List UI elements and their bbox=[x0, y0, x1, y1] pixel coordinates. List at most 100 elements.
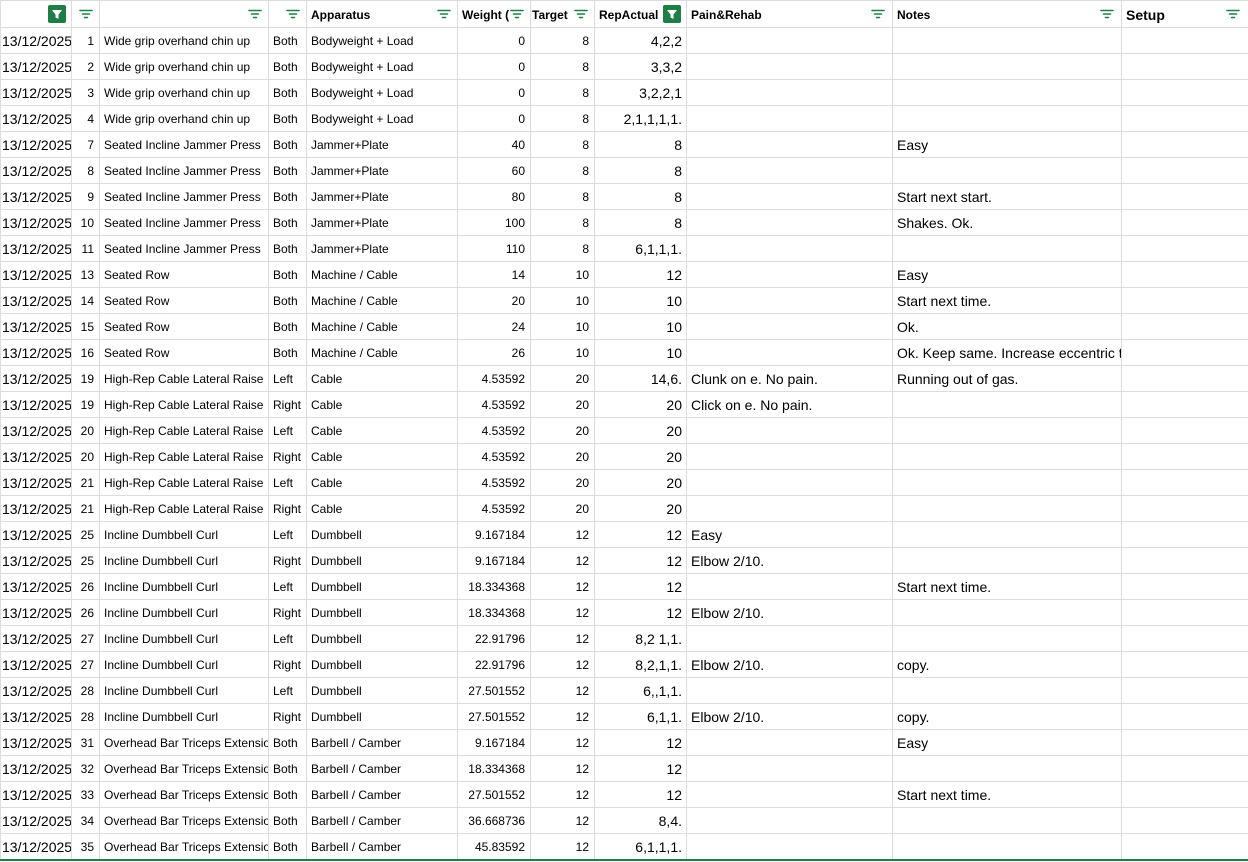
side-cell[interactable]: Left bbox=[268, 469, 307, 496]
date-cell[interactable]: 13/12/2025 bbox=[0, 625, 72, 652]
weight-cell[interactable]: 0 bbox=[457, 27, 531, 54]
set-number-cell[interactable]: 33 bbox=[71, 781, 100, 808]
target-cell[interactable]: 8 bbox=[530, 183, 595, 210]
exercise-cell[interactable]: Incline Dumbbell Curl bbox=[99, 703, 269, 730]
rep-actual-cell[interactable]: 20 bbox=[594, 417, 687, 444]
side-cell[interactable]: Both bbox=[268, 755, 307, 782]
notes-cell[interactable]: Start next time. bbox=[892, 287, 1122, 314]
set-number-cell[interactable]: 20 bbox=[71, 443, 100, 470]
setup-cell[interactable] bbox=[1121, 599, 1248, 626]
set-number-cell[interactable]: 13 bbox=[71, 261, 100, 288]
exercise-cell[interactable]: Wide grip overhand chin up bbox=[99, 27, 269, 54]
filter-icon[interactable] bbox=[572, 5, 590, 23]
pain-rehab-cell[interactable] bbox=[686, 495, 893, 522]
pain-rehab-cell[interactable] bbox=[686, 183, 893, 210]
exercise-cell[interactable]: Seated Incline Jammer Press bbox=[99, 131, 269, 158]
weight-cell[interactable]: 20 bbox=[457, 287, 531, 314]
pain-rehab-cell[interactable] bbox=[686, 131, 893, 158]
target-cell[interactable]: 12 bbox=[530, 807, 595, 834]
set-number-cell[interactable]: 1 bbox=[71, 27, 100, 54]
setup-cell[interactable] bbox=[1121, 79, 1248, 106]
notes-cell[interactable] bbox=[892, 599, 1122, 626]
setup-cell[interactable] bbox=[1121, 261, 1248, 288]
exercise-cell[interactable]: High-Rep Cable Lateral Raise bbox=[99, 365, 269, 392]
notes-cell[interactable]: copy. bbox=[892, 703, 1122, 730]
weight-cell[interactable]: 24 bbox=[457, 313, 531, 340]
date-cell[interactable]: 13/12/2025 bbox=[0, 729, 72, 756]
setup-cell[interactable] bbox=[1121, 443, 1248, 470]
setup-cell[interactable] bbox=[1121, 573, 1248, 600]
side-cell[interactable]: Both bbox=[268, 313, 307, 340]
target-cell[interactable]: 10 bbox=[530, 339, 595, 366]
set-number-cell[interactable]: 2 bbox=[71, 53, 100, 80]
exercise-cell[interactable]: Seated Row bbox=[99, 261, 269, 288]
col-header-set[interactable] bbox=[71, 0, 100, 28]
date-cell[interactable]: 13/12/2025 bbox=[0, 53, 72, 80]
weight-cell[interactable]: 100 bbox=[457, 209, 531, 236]
setup-cell[interactable] bbox=[1121, 833, 1248, 860]
target-cell[interactable]: 8 bbox=[530, 235, 595, 262]
target-cell[interactable]: 12 bbox=[530, 573, 595, 600]
set-number-cell[interactable]: 4 bbox=[71, 105, 100, 132]
target-cell[interactable]: 8 bbox=[530, 157, 595, 184]
setup-cell[interactable] bbox=[1121, 703, 1248, 730]
target-cell[interactable]: 8 bbox=[530, 53, 595, 80]
side-cell[interactable]: Left bbox=[268, 625, 307, 652]
weight-cell[interactable]: 9.167184 bbox=[457, 729, 531, 756]
set-number-cell[interactable]: 9 bbox=[71, 183, 100, 210]
side-cell[interactable]: Right bbox=[268, 391, 307, 418]
weight-cell[interactable]: 22.91796 bbox=[457, 625, 531, 652]
filter-icon[interactable] bbox=[1098, 5, 1116, 23]
exercise-cell[interactable]: Overhead Bar Triceps Extension bbox=[99, 755, 269, 782]
target-cell[interactable]: 12 bbox=[530, 781, 595, 808]
date-cell[interactable]: 13/12/2025 bbox=[0, 157, 72, 184]
setup-cell[interactable] bbox=[1121, 183, 1248, 210]
date-cell[interactable]: 13/12/2025 bbox=[0, 131, 72, 158]
exercise-cell[interactable]: Overhead Bar Triceps Extension bbox=[99, 729, 269, 756]
side-cell[interactable]: Both bbox=[268, 807, 307, 834]
notes-cell[interactable]: Easy bbox=[892, 131, 1122, 158]
notes-cell[interactable] bbox=[892, 833, 1122, 860]
set-number-cell[interactable]: 3 bbox=[71, 79, 100, 106]
col-header-repactual[interactable]: RepActual bbox=[594, 0, 687, 28]
apparatus-cell[interactable]: Jammer+Plate bbox=[306, 183, 458, 210]
setup-cell[interactable] bbox=[1121, 729, 1248, 756]
weight-cell[interactable]: 4.53592 bbox=[457, 469, 531, 496]
col-header-exercise[interactable] bbox=[99, 0, 269, 28]
col-header-pain-rehab[interactable]: Pain&Rehab bbox=[686, 0, 893, 28]
rep-actual-cell[interactable]: 20 bbox=[594, 469, 687, 496]
side-cell[interactable]: Left bbox=[268, 521, 307, 548]
setup-cell[interactable] bbox=[1121, 469, 1248, 496]
pain-rehab-cell[interactable] bbox=[686, 235, 893, 262]
col-header-setup[interactable]: Setup bbox=[1121, 0, 1248, 28]
pain-rehab-cell[interactable] bbox=[686, 833, 893, 860]
weight-cell[interactable]: 4.53592 bbox=[457, 417, 531, 444]
exercise-cell[interactable]: Incline Dumbbell Curl bbox=[99, 651, 269, 678]
pain-rehab-cell[interactable]: Elbow 2/10. bbox=[686, 599, 893, 626]
notes-cell[interactable] bbox=[892, 27, 1122, 54]
filter-icon[interactable] bbox=[284, 5, 302, 23]
pain-rehab-cell[interactable] bbox=[686, 209, 893, 236]
exercise-cell[interactable]: Overhead Bar Triceps Extension bbox=[99, 833, 269, 860]
rep-actual-cell[interactable]: 6,,1,1. bbox=[594, 677, 687, 704]
weight-cell[interactable]: 27.501552 bbox=[457, 781, 531, 808]
side-cell[interactable]: Left bbox=[268, 365, 307, 392]
exercise-cell[interactable]: Seated Row bbox=[99, 313, 269, 340]
notes-cell[interactable] bbox=[892, 677, 1122, 704]
target-cell[interactable]: 12 bbox=[530, 833, 595, 860]
date-cell[interactable]: 13/12/2025 bbox=[0, 183, 72, 210]
setup-cell[interactable] bbox=[1121, 521, 1248, 548]
pain-rehab-cell[interactable] bbox=[686, 677, 893, 704]
exercise-cell[interactable]: Overhead Bar Triceps Extension bbox=[99, 781, 269, 808]
setup-cell[interactable] bbox=[1121, 27, 1248, 54]
apparatus-cell[interactable]: Machine / Cable bbox=[306, 287, 458, 314]
set-number-cell[interactable]: 27 bbox=[71, 651, 100, 678]
date-cell[interactable]: 13/12/2025 bbox=[0, 339, 72, 366]
side-cell[interactable]: Both bbox=[268, 131, 307, 158]
target-cell[interactable]: 12 bbox=[530, 755, 595, 782]
exercise-cell[interactable]: Seated Row bbox=[99, 287, 269, 314]
exercise-cell[interactable]: High-Rep Cable Lateral Raise bbox=[99, 495, 269, 522]
side-cell[interactable]: Both bbox=[268, 183, 307, 210]
setup-cell[interactable] bbox=[1121, 625, 1248, 652]
rep-actual-cell[interactable]: 8 bbox=[594, 157, 687, 184]
